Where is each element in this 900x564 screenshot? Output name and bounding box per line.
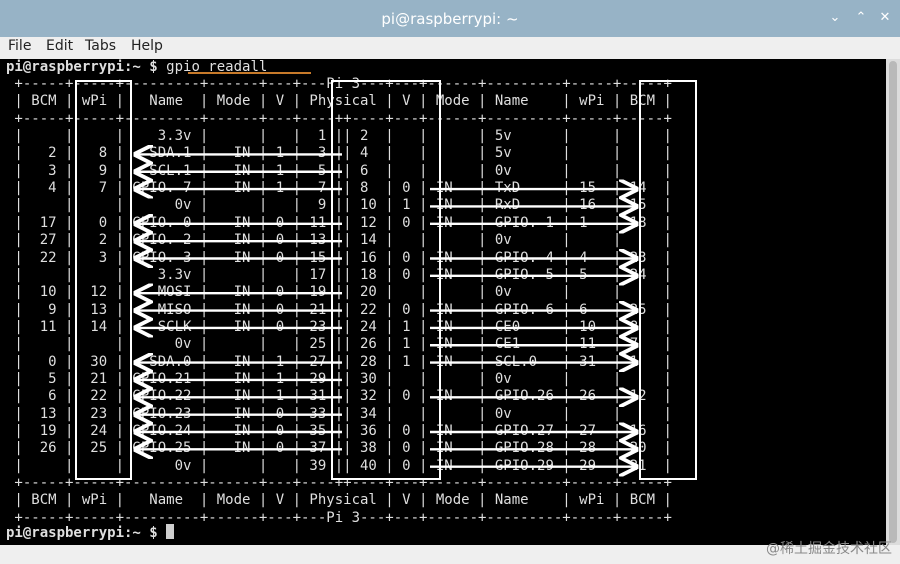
pin-mapping-arrows — [0, 0, 900, 564]
watermark-text: @稀土掘金技术社区 — [766, 541, 892, 557]
